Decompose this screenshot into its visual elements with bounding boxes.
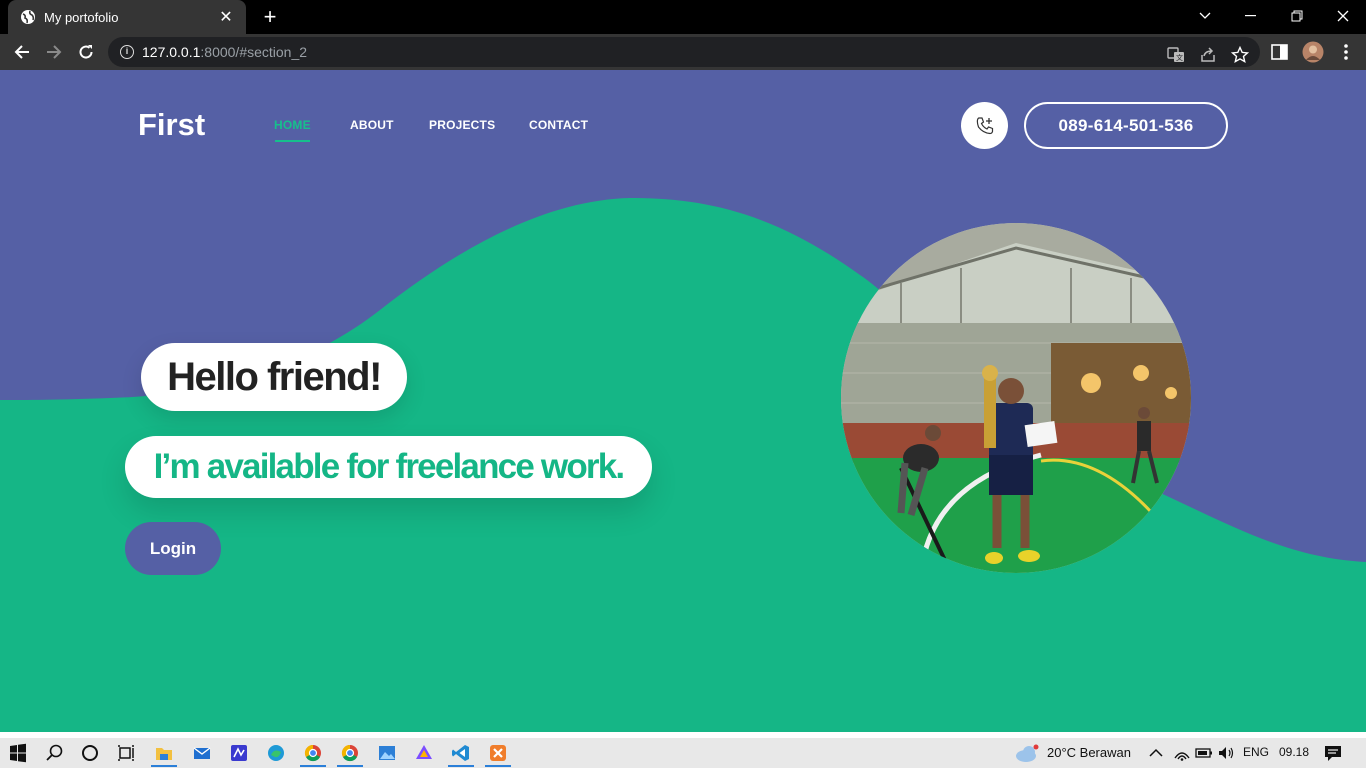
bookmark-star-icon[interactable] (1231, 46, 1249, 64)
running-indicator (300, 765, 326, 767)
translate-icon[interactable]: 文 (1167, 46, 1185, 64)
chevron-up-icon[interactable] (1146, 743, 1166, 763)
language-indicator[interactable]: ENG (1243, 745, 1269, 759)
xampp-icon[interactable] (488, 743, 508, 763)
nav-home[interactable]: HOME (274, 118, 311, 132)
file-explorer-icon[interactable] (154, 743, 174, 763)
restore-icon[interactable] (1274, 0, 1320, 32)
close-window-icon[interactable] (1320, 0, 1366, 32)
url-path: :8000/#section_2 (200, 44, 308, 60)
notifications-icon[interactable] (1323, 743, 1343, 763)
back-icon[interactable] (10, 40, 34, 64)
minimize-icon[interactable] (1228, 0, 1274, 32)
running-indicator (337, 765, 363, 767)
tab-close-icon[interactable]: ✕ (216, 7, 236, 27)
tab-title: My portofolio (44, 9, 119, 25)
new-tab-button[interactable]: + (258, 5, 282, 29)
battery-icon[interactable] (1194, 743, 1214, 763)
weather-text[interactable]: 20°C Berawan (1047, 745, 1131, 760)
vscode-icon[interactable] (451, 743, 471, 763)
side-panel-icon[interactable] (1270, 42, 1290, 62)
wifi-icon[interactable] (1172, 743, 1192, 763)
edge-browser-icon[interactable] (266, 743, 286, 763)
running-indicator (485, 765, 511, 767)
hero-title: Hello friend! (141, 343, 407, 411)
profile-photo (841, 223, 1191, 573)
globe-icon (21, 10, 35, 24)
svg-text:文: 文 (1176, 53, 1183, 62)
tab-search-icon[interactable] (1182, 0, 1228, 32)
forward-icon[interactable] (42, 40, 66, 64)
phone-call-button[interactable] (961, 102, 1008, 149)
browser-tab-strip: My portofolio ✕ + (0, 0, 1366, 34)
volume-icon[interactable] (1216, 743, 1236, 763)
url-host: 127.0.0.1 (142, 44, 201, 60)
app-icon-purple[interactable] (229, 743, 249, 763)
windows-start-icon[interactable] (8, 743, 28, 763)
brand-logo[interactable]: First (138, 107, 205, 143)
share-icon[interactable] (1199, 46, 1217, 64)
search-icon[interactable] (45, 743, 65, 763)
clock-time[interactable]: 09.18 (1279, 745, 1309, 759)
nav-projects[interactable]: PROJECTS (429, 118, 495, 132)
site-info-icon[interactable]: i (120, 45, 134, 59)
weather-cloud-icon[interactable] (1013, 743, 1041, 763)
task-view-icon[interactable] (116, 743, 136, 763)
nav-about[interactable]: ABOUT (350, 118, 394, 132)
running-indicator (448, 765, 474, 767)
windows-taskbar: 20°C Berawan ENG 09.18 (0, 738, 1366, 768)
photos-icon[interactable] (377, 743, 397, 763)
chrome-icon-2[interactable] (340, 743, 360, 763)
running-indicator (151, 765, 177, 767)
cortana-icon[interactable] (80, 743, 100, 763)
chrome-icon[interactable] (303, 743, 323, 763)
browser-toolbar: i 127.0.0.1:8000/#section_2 文 (0, 34, 1366, 70)
browser-tab[interactable]: My portofolio ✕ (8, 0, 246, 34)
reload-icon[interactable] (74, 40, 98, 64)
app-icon-colorful[interactable] (414, 743, 434, 763)
mail-icon[interactable] (192, 743, 212, 763)
hero-subtitle: I’m available for freelance work. (125, 436, 652, 498)
address-bar[interactable]: i 127.0.0.1:8000/#section_2 文 (108, 37, 1260, 67)
nav-active-underline (275, 140, 310, 142)
nav-contact[interactable]: CONTACT (529, 118, 588, 132)
phone-number-button[interactable]: 089-614-501-536 (1024, 102, 1228, 149)
menu-icon[interactable] (1336, 42, 1356, 62)
profile-avatar[interactable] (1302, 41, 1324, 63)
phone-plus-icon (976, 116, 993, 134)
portfolio-page: First HOME ABOUT PROJECTS CONTACT 089-61… (0, 70, 1366, 732)
login-button[interactable]: Login (125, 522, 221, 575)
